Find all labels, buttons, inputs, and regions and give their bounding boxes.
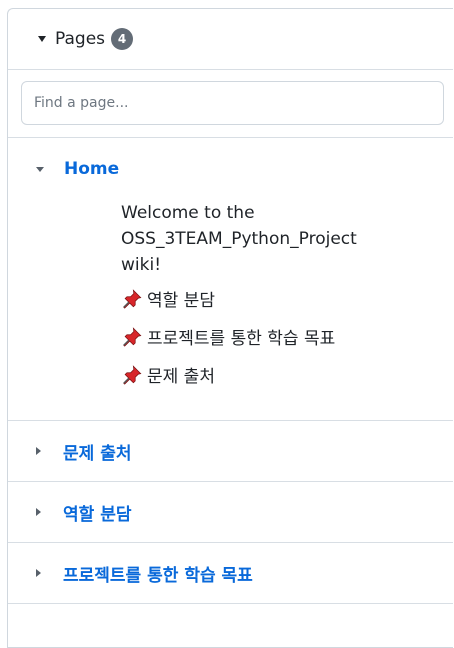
find-page-input[interactable] [21, 81, 444, 125]
toc-link-goals[interactable]: 프로젝트를 통한 학습 목표 [147, 326, 335, 352]
pushpin-icon [123, 365, 142, 385]
wiki-pages-sidebar: Pages 4 Home Welcome to the OSS_3TEAM_Py… [7, 8, 453, 648]
toc-link-sources[interactable]: 문제 출처 [147, 364, 215, 390]
toc-item-welcome[interactable]: Welcome to the OSS_3TEAM_Python_Project … [121, 200, 401, 288]
search-container [8, 70, 453, 138]
page-item-goals: 프로젝트를 통한 학습 목표 [8, 543, 453, 604]
pages-header[interactable]: Pages 4 [8, 9, 453, 70]
chevron-right-icon[interactable] [36, 569, 41, 577]
caret-down-icon[interactable] [38, 36, 46, 42]
page-link-roles[interactable]: 역할 분담 [63, 500, 131, 525]
toc-link-welcome[interactable]: Welcome to the OSS_3TEAM_Python_Project … [121, 203, 357, 275]
page-link-goals[interactable]: 프로젝트를 통한 학습 목표 [63, 561, 253, 586]
pushpin-icon [123, 327, 142, 347]
page-item-sources: 문제 출처 [8, 421, 453, 482]
home-toc: Welcome to the OSS_3TEAM_Python_Project … [8, 200, 453, 420]
page-list: Home Welcome to the OSS_3TEAM_Python_Pro… [8, 138, 453, 604]
page-link-home[interactable]: Home [64, 159, 119, 179]
toc-item-roles[interactable]: 역할 분담 [121, 288, 401, 326]
chevron-right-icon[interactable] [36, 447, 41, 455]
pages-count-badge: 4 [111, 28, 134, 50]
pages-title: Pages [55, 29, 106, 49]
toc-link-roles[interactable]: 역할 분담 [147, 288, 215, 314]
page-item-home: Home Welcome to the OSS_3TEAM_Python_Pro… [8, 138, 453, 421]
page-row-sources[interactable]: 문제 출처 [8, 421, 453, 481]
toc-item-sources[interactable]: 문제 출처 [121, 364, 401, 402]
chevron-down-icon[interactable] [36, 166, 44, 172]
page-row-goals[interactable]: 프로젝트를 통한 학습 목표 [8, 543, 453, 603]
toc-item-goals[interactable]: 프로젝트를 통한 학습 목표 [121, 326, 401, 364]
chevron-right-icon[interactable] [36, 508, 41, 516]
page-link-sources[interactable]: 문제 출처 [63, 439, 131, 464]
page-item-roles: 역할 분담 [8, 482, 453, 543]
page-row-home[interactable]: Home [8, 138, 453, 200]
page-row-roles[interactable]: 역할 분담 [8, 482, 453, 542]
pushpin-icon [123, 289, 142, 309]
